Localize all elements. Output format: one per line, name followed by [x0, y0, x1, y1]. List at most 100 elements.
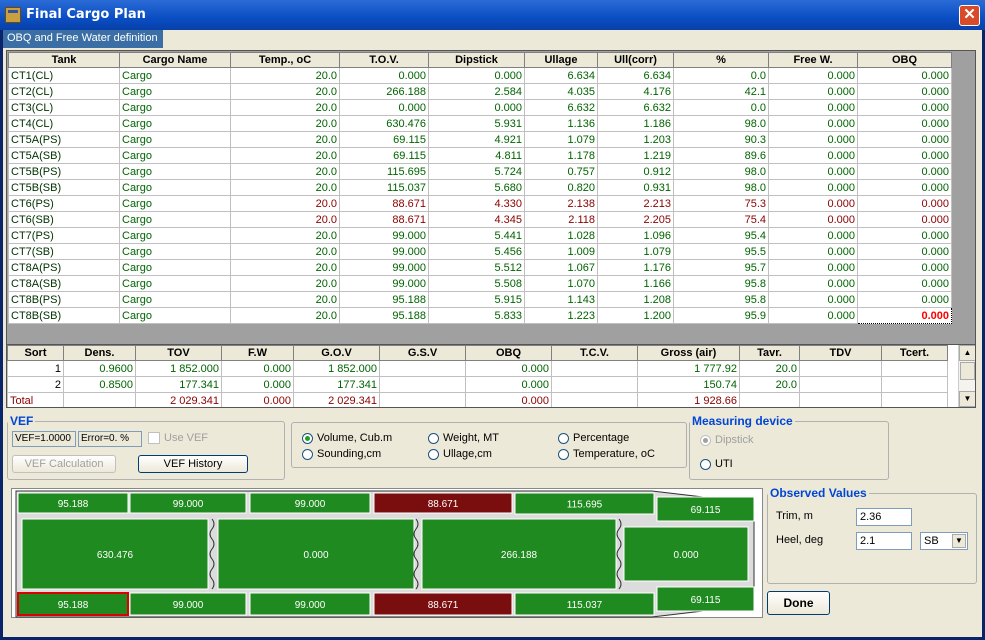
- table-cell-ullage[interactable]: 1.079: [524, 131, 598, 148]
- table-cell-dipstick[interactable]: 4.330: [428, 195, 525, 212]
- table-row[interactable]: CT7(PS) Cargo 20.0 99.000 5.441 1.028 1.096 95.…: [8, 227, 952, 244]
- column-header[interactable]: TDV: [799, 345, 882, 361]
- column-header[interactable]: Ull(corr): [597, 52, 674, 68]
- tank-center-2[interactable]: 266.188: [421, 518, 617, 590]
- table-cell-tank[interactable]: CT1(CL): [8, 67, 120, 84]
- radio-weight[interactable]: Weight, MT: [428, 432, 499, 444]
- column-header[interactable]: Cargo Name: [119, 52, 231, 68]
- close-button[interactable]: ✕: [959, 5, 980, 26]
- table-cell-dipstick[interactable]: 2.584: [428, 83, 525, 100]
- column-header[interactable]: G.S.V: [379, 345, 466, 361]
- heel-side-select[interactable]: SB ▼: [920, 532, 968, 550]
- table-cell-freew[interactable]: 0.000: [768, 67, 858, 84]
- table-cell-freew[interactable]: 0.000: [768, 179, 858, 196]
- table-cell-cargo[interactable]: Cargo: [119, 163, 231, 180]
- tank-ps-4[interactable]: 115.695: [514, 492, 655, 515]
- tank-sb-4[interactable]: 115.037: [514, 592, 655, 616]
- table-cell-dipstick[interactable]: 5.931: [428, 115, 525, 132]
- table-cell-obq[interactable]: 0.000: [857, 115, 952, 132]
- table-cell-cargo[interactable]: Cargo: [119, 99, 231, 116]
- table-cell-obq[interactable]: 0.000: [857, 259, 952, 276]
- vef-history-button[interactable]: VEF History: [138, 455, 248, 473]
- table-cell-obq[interactable]: 0.000: [857, 147, 952, 164]
- use-vef-checkbox[interactable]: Use VEF: [148, 432, 208, 445]
- table-cell-pct[interactable]: 89.6: [673, 147, 769, 164]
- table-cell-freew[interactable]: 0.000: [768, 307, 858, 324]
- table-cell-freew[interactable]: 0.000: [768, 243, 858, 260]
- table-cell-dipstick[interactable]: 4.811: [428, 147, 525, 164]
- table-cell-pct[interactable]: 95.9: [673, 307, 769, 324]
- table-row[interactable]: Total 2 029.341 0.000 2 029.341 0.000 1 928.6…: [7, 392, 948, 407]
- table-cell-pct[interactable]: 95.8: [673, 291, 769, 308]
- table-cell-ullcorr[interactable]: 1.186: [597, 115, 674, 132]
- table-cell-gsv[interactable]: [379, 376, 466, 393]
- column-header[interactable]: Tank: [8, 52, 120, 68]
- table-cell-fw[interactable]: 0.000: [221, 376, 294, 393]
- table-cell-tcv[interactable]: [551, 360, 638, 377]
- table-cell-tdv[interactable]: [799, 360, 882, 377]
- scroll-thumb[interactable]: [960, 362, 975, 380]
- table-cell-tcert[interactable]: [881, 360, 948, 377]
- table-cell-tank[interactable]: CT6(SB): [8, 211, 120, 228]
- tank-sb-3[interactable]: 88.671: [373, 592, 513, 616]
- column-header[interactable]: G.O.V: [293, 345, 380, 361]
- table-cell-ullcorr[interactable]: 2.213: [597, 195, 674, 212]
- table-row[interactable]: CT1(CL) Cargo 20.0 0.000 0.000 6.634 6.634 0.0 0…: [8, 67, 952, 84]
- tank-ps-5[interactable]: 69.115: [656, 496, 755, 522]
- column-header[interactable]: OBQ: [857, 52, 952, 68]
- table-cell-ullage[interactable]: 1.070: [524, 275, 598, 292]
- table-cell-cargo[interactable]: Cargo: [119, 67, 231, 84]
- table-cell-ullage[interactable]: 1.223: [524, 307, 598, 324]
- table-cell-obq[interactable]: 0.000: [857, 131, 952, 148]
- table-cell-tov[interactable]: 69.115: [339, 147, 429, 164]
- table-cell-pct[interactable]: 95.4: [673, 227, 769, 244]
- column-header[interactable]: Gross (air): [637, 345, 740, 361]
- column-header[interactable]: TOV: [135, 345, 222, 361]
- table-row[interactable]: CT6(SB) Cargo 20.0 88.671 4.345 2.118 2.205 75.…: [8, 211, 952, 228]
- table-cell-dipstick[interactable]: 5.915: [428, 291, 525, 308]
- tank-ps-2[interactable]: 99.000: [249, 492, 371, 514]
- chevron-down-icon[interactable]: ▼: [952, 534, 966, 548]
- table-cell-tov[interactable]: 177.341: [135, 376, 222, 393]
- table-cell-pct[interactable]: 75.3: [673, 195, 769, 212]
- table-cell-obq[interactable]: 0.000: [857, 195, 952, 212]
- tank-sb-5[interactable]: 69.115: [656, 586, 755, 612]
- table-cell-ullage[interactable]: 0.757: [524, 163, 598, 180]
- table-cell-dipstick[interactable]: 5.441: [428, 227, 525, 244]
- table-cell-tavr[interactable]: 20.0: [739, 360, 800, 377]
- column-header[interactable]: Dipstick: [428, 52, 525, 68]
- table-cell-pct[interactable]: 98.0: [673, 163, 769, 180]
- trim-input[interactable]: 2.36: [856, 508, 912, 526]
- table-cell-gross[interactable]: 1 777.92: [637, 360, 740, 377]
- column-header[interactable]: Tavr.: [739, 345, 800, 361]
- table-cell-temp[interactable]: 20.0: [230, 307, 340, 324]
- table-cell-dipstick[interactable]: 5.508: [428, 275, 525, 292]
- table-cell-ullcorr[interactable]: 1.208: [597, 291, 674, 308]
- table-cell-gross[interactable]: 1 928.66: [637, 392, 740, 407]
- table-cell-tov[interactable]: 2 029.341: [135, 392, 222, 407]
- table-cell-ullcorr[interactable]: 1.219: [597, 147, 674, 164]
- table-cell-ullcorr[interactable]: 0.912: [597, 163, 674, 180]
- table-cell-ullage[interactable]: 6.634: [524, 67, 598, 84]
- table-cell-tank[interactable]: CT7(PS): [8, 227, 120, 244]
- table-cell-freew[interactable]: 0.000: [768, 227, 858, 244]
- table-cell-dipstick[interactable]: 5.680: [428, 179, 525, 196]
- table-cell-tov[interactable]: 99.000: [339, 275, 429, 292]
- table-cell-ullcorr[interactable]: 6.634: [597, 67, 674, 84]
- table-row[interactable]: CT3(CL) Cargo 20.0 0.000 0.000 6.632 6.632 0.0 0…: [8, 99, 952, 116]
- radio-volume[interactable]: Volume, Cub.m: [302, 432, 392, 444]
- table-cell-tov[interactable]: 95.188: [339, 291, 429, 308]
- table-cell-tov[interactable]: 99.000: [339, 227, 429, 244]
- table-row[interactable]: CT8A(PS) Cargo 20.0 99.000 5.512 1.067 1.176 95…: [8, 259, 952, 276]
- table-cell-cargo[interactable]: Cargo: [119, 227, 231, 244]
- column-header[interactable]: Ullage: [524, 52, 598, 68]
- column-header[interactable]: Temp., oC: [230, 52, 340, 68]
- heel-input[interactable]: 2.1: [856, 532, 912, 550]
- radio-temperature[interactable]: Temperature, oC: [558, 448, 655, 460]
- table-cell-tov[interactable]: 0.000: [339, 99, 429, 116]
- table-cell-tavr[interactable]: [739, 392, 800, 407]
- table-cell-cargo[interactable]: Cargo: [119, 291, 231, 308]
- table-cell-dipstick[interactable]: 4.921: [428, 131, 525, 148]
- table-cell-freew[interactable]: 0.000: [768, 131, 858, 148]
- table-cell-obq[interactable]: 0.000: [857, 67, 952, 84]
